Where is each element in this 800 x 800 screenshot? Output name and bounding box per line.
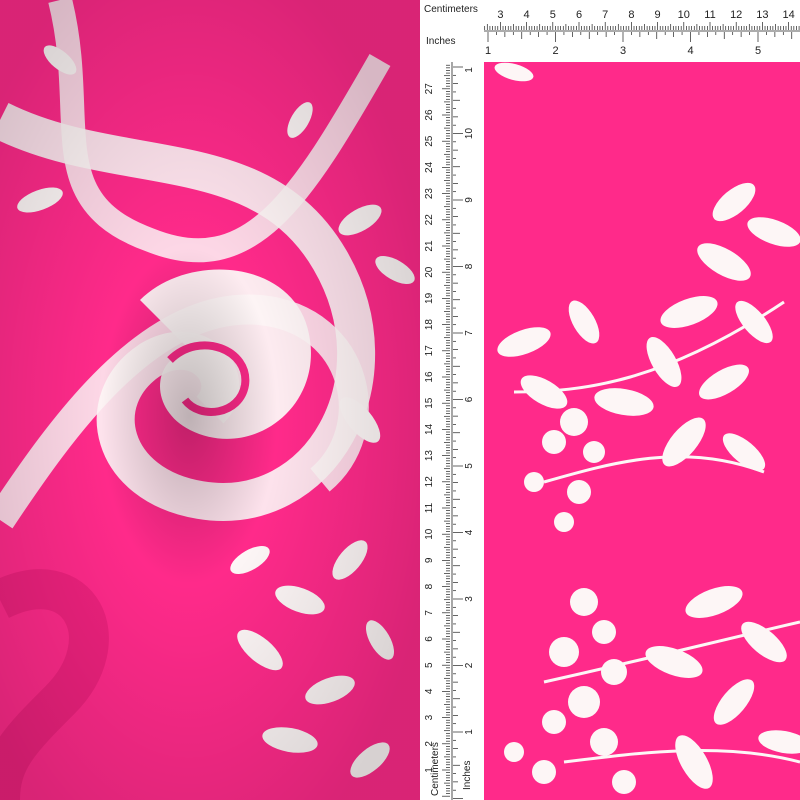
vertical-ruler-scale: 1234567891011121314151617181920212223242… bbox=[424, 62, 475, 800]
inch-tick-label: 4 bbox=[687, 45, 693, 57]
side-cm-tick-label: 21 bbox=[424, 240, 435, 252]
side-cm-tick-label: 23 bbox=[424, 188, 435, 200]
centimeters-label-side: Centimeters bbox=[430, 742, 441, 796]
side-cm-tick-label: 16 bbox=[424, 371, 435, 383]
cm-tick-label: 11 bbox=[704, 9, 715, 21]
side-inch-tick-label: 1 bbox=[464, 729, 475, 735]
side-cm-tick-label: 12 bbox=[424, 476, 435, 488]
side-inch-tick-label: 9 bbox=[464, 197, 475, 203]
cm-tick-label: 3 bbox=[497, 9, 503, 21]
cm-tick-label: 8 bbox=[628, 9, 634, 21]
cm-tick-label: 13 bbox=[756, 9, 768, 21]
inches-label-top: Inches bbox=[426, 36, 456, 47]
side-inch-tick-label: 4 bbox=[464, 529, 475, 535]
side-cm-tick-label: 26 bbox=[424, 109, 435, 121]
inch-tick-label: 1 bbox=[485, 45, 491, 57]
side-cm-tick-label: 6 bbox=[424, 636, 435, 642]
side-cm-tick-label: 4 bbox=[424, 688, 435, 694]
cm-tick-label: 7 bbox=[602, 9, 608, 21]
side-cm-tick-label: 22 bbox=[424, 214, 435, 226]
cm-tick-label: 6 bbox=[576, 9, 582, 21]
side-cm-tick-label: 9 bbox=[424, 557, 435, 563]
side-cm-tick-label: 20 bbox=[424, 266, 435, 278]
cm-tick-label: 4 bbox=[524, 9, 530, 21]
cm-tick-label: 10 bbox=[678, 9, 690, 21]
side-inch-tick-label: 7 bbox=[464, 330, 475, 336]
side-cm-tick-label: 19 bbox=[424, 292, 435, 304]
side-inch-tick-label: 2 bbox=[464, 662, 475, 668]
side-inch-tick-label: 6 bbox=[464, 396, 475, 402]
side-inch-tick-label: 3 bbox=[464, 596, 475, 602]
side-cm-tick-label: 11 bbox=[424, 502, 435, 513]
cm-tick-label: 14 bbox=[782, 9, 794, 21]
side-cm-tick-label: 24 bbox=[424, 161, 435, 173]
side-inch-tick-label: 10 bbox=[464, 128, 475, 140]
vertical-ruler: 1 2 3 4 5 6 7 8 9 10 11 12 13 14 15 16 17 18 19 20 21 22 23 24 2… bbox=[420, 0, 484, 800]
side-inch-tick-label: 8 bbox=[464, 263, 475, 269]
side-cm-tick-label: 5 bbox=[424, 662, 435, 668]
cm-tick-label: 5 bbox=[550, 9, 556, 21]
side-cm-tick-label: 17 bbox=[424, 345, 435, 357]
cm-tick-label: 12 bbox=[730, 9, 742, 21]
inch-tick-label: 5 bbox=[755, 45, 761, 57]
side-cm-tick-label: 13 bbox=[424, 450, 435, 462]
side-cm-tick-label: 15 bbox=[424, 397, 435, 409]
side-cm-tick-label: 25 bbox=[424, 135, 435, 147]
inch-tick-label: 2 bbox=[552, 45, 558, 57]
flat-fabric-swatch bbox=[484, 62, 800, 800]
side-cm-tick-label: 8 bbox=[424, 583, 435, 589]
side-cm-tick-label: 10 bbox=[424, 528, 435, 540]
inches-label-side: Inches bbox=[462, 760, 473, 790]
side-cm-tick-label: 7 bbox=[424, 610, 435, 616]
centimeters-label-top: Centimeters bbox=[424, 4, 478, 15]
side-cm-tick-label: 27 bbox=[424, 83, 435, 95]
swirled-fabric-photo bbox=[0, 0, 420, 800]
inch-tick-label: 3 bbox=[620, 45, 626, 57]
side-inch-tick-label: 5 bbox=[464, 463, 475, 469]
side-cm-tick-label: 14 bbox=[424, 423, 435, 435]
side-inch-tick-label: 1 bbox=[464, 67, 475, 73]
side-cm-tick-label: 18 bbox=[424, 319, 435, 331]
side-cm-tick-label: 3 bbox=[424, 714, 435, 720]
cm-tick-label: 9 bbox=[655, 9, 661, 21]
